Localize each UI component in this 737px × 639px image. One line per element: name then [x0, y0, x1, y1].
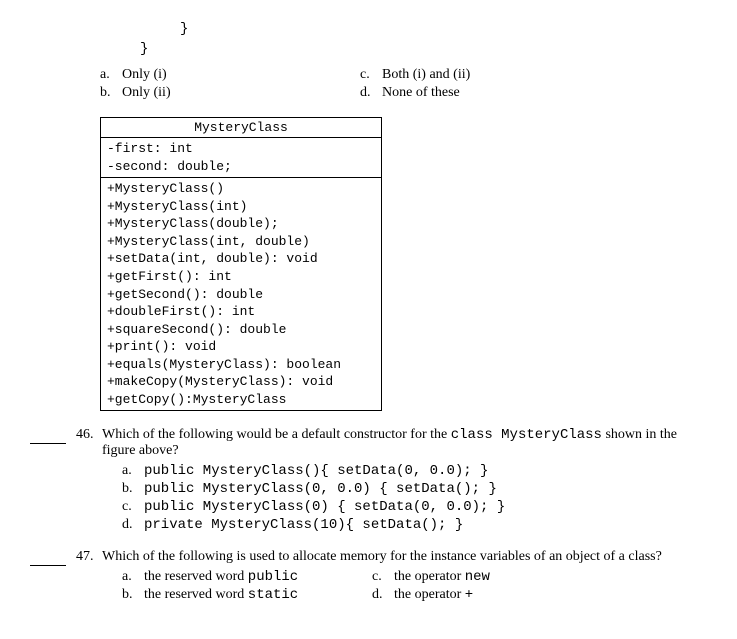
option-a: a. the reserved word public	[122, 569, 372, 585]
option-c: c. the operator new	[372, 569, 490, 585]
option-code: public MysteryClass(){ setData(0, 0.0); …	[144, 463, 488, 479]
option-letter: d.	[122, 517, 144, 533]
opt-code: static	[248, 587, 298, 603]
opt-pre: the operator	[394, 587, 465, 602]
option-text: the operator new	[394, 569, 490, 585]
option-text: the reserved word public	[144, 569, 298, 585]
option-letter: a.	[100, 67, 122, 83]
uml-method-line: +getFirst(): int	[107, 268, 375, 286]
option-letter: c.	[360, 67, 382, 83]
opt-pre: the operator	[394, 569, 465, 584]
option-b: b. public MysteryClass(0, 0.0) { setData…	[122, 481, 707, 497]
answer-blank[interactable]	[30, 431, 66, 444]
option-letter: b.	[100, 85, 122, 101]
option-c: c. public MysteryClass(0) { setData(0, 0…	[122, 499, 707, 515]
option-a: a. Only (i)	[100, 67, 360, 83]
question-47: 47. Which of the following is used to al…	[30, 549, 707, 605]
option-text: None of these	[382, 85, 460, 101]
option-code: public MysteryClass(0, 0.0) { setData();…	[144, 481, 497, 497]
option-letter: b.	[122, 587, 144, 603]
uml-method-line: +print(): void	[107, 338, 375, 356]
option-letter: a.	[122, 463, 144, 479]
option-letter: a.	[122, 569, 144, 585]
question-number: 47.	[76, 549, 102, 605]
option-c: c. Both (i) and (ii)	[360, 67, 470, 83]
uml-method-line: +doubleFirst(): int	[107, 303, 375, 321]
uml-method-line: +MysteryClass()	[107, 180, 375, 198]
uml-class-diagram: MysteryClass -first: int -second: double…	[100, 117, 382, 411]
code-fragment: } }	[120, 20, 707, 59]
answer-blank[interactable]	[30, 553, 66, 566]
q-text-code: class MysteryClass	[451, 427, 602, 443]
code-line: }	[180, 20, 707, 40]
uml-attr-line: -first: int	[107, 140, 375, 158]
top-options: a. Only (i) b. Only (ii) c. Both (i) and…	[100, 67, 707, 103]
uml-method-line: +squareSecond(): double	[107, 321, 375, 339]
opt-pre: the reserved word	[144, 587, 248, 602]
option-b: b. the reserved word static	[122, 587, 372, 603]
option-text: the reserved word static	[144, 587, 298, 603]
option-text: Both (i) and (ii)	[382, 67, 470, 83]
option-letter: d.	[372, 587, 394, 603]
uml-method-line: +MysteryClass(double);	[107, 215, 375, 233]
question-46: 46. Which of the following would be a de…	[30, 427, 707, 535]
question-text: Which of the following would be a defaul…	[102, 427, 707, 459]
opt-code: +	[465, 587, 473, 603]
uml-method-line: +makeCopy(MysteryClass): void	[107, 373, 375, 391]
option-letter: b.	[122, 481, 144, 497]
option-a: a. public MysteryClass(){ setData(0, 0.0…	[122, 463, 707, 479]
uml-title: MysteryClass	[101, 118, 381, 138]
option-letter: c.	[122, 499, 144, 515]
option-b: b. Only (ii)	[100, 85, 360, 101]
code-line: }	[140, 40, 707, 60]
uml-method-line: +equals(MysteryClass): boolean	[107, 356, 375, 374]
uml-method-line: +MysteryClass(int)	[107, 198, 375, 216]
uml-attributes: -first: int -second: double;	[101, 138, 381, 178]
option-code: private MysteryClass(10){ setData(); }	[144, 517, 463, 533]
option-text: Only (ii)	[122, 85, 171, 101]
question-number: 46.	[76, 427, 102, 535]
option-d: d. private MysteryClass(10){ setData(); …	[122, 517, 707, 533]
uml-methods: +MysteryClass() +MysteryClass(int) +Myst…	[101, 178, 381, 410]
option-letter: c.	[372, 569, 394, 585]
option-d: d. the operator +	[372, 587, 490, 603]
uml-attr-line: -second: double;	[107, 158, 375, 176]
opt-code: new	[465, 569, 490, 585]
uml-method-line: +getCopy():MysteryClass	[107, 391, 375, 409]
question-text: Which of the following is used to alloca…	[102, 549, 707, 565]
uml-method-line: +setData(int, double): void	[107, 250, 375, 268]
uml-method-line: +getSecond(): double	[107, 286, 375, 304]
option-letter: d.	[360, 85, 382, 101]
uml-method-line: +MysteryClass(int, double)	[107, 233, 375, 251]
option-code: public MysteryClass(0) { setData(0, 0.0)…	[144, 499, 505, 515]
q-text-pre: Which of the following would be a defaul…	[102, 427, 451, 442]
opt-code: public	[248, 569, 298, 585]
option-text: the operator +	[394, 587, 473, 603]
opt-pre: the reserved word	[144, 569, 248, 584]
option-text: Only (i)	[122, 67, 167, 83]
option-d: d. None of these	[360, 85, 470, 101]
